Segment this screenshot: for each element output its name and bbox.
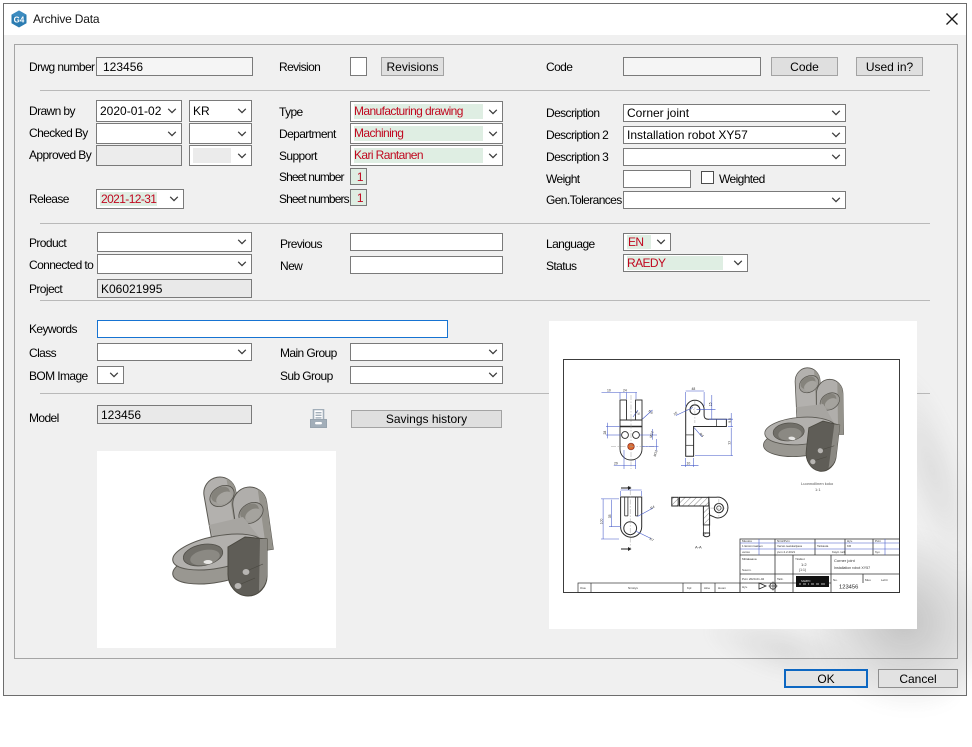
svg-text:Hyv.: Hyv. <box>847 539 853 543</box>
svg-text:Yksikot: Yksikot <box>795 557 805 561</box>
svg-text:10: 10 <box>687 461 691 465</box>
svg-text:Muutos: Muutos <box>742 539 752 543</box>
svg-text:Tark.: Tark. <box>777 577 784 581</box>
svg-text:versio: versio <box>742 550 750 554</box>
svg-text:(1:1): (1:1) <box>799 568 806 572</box>
svg-text:15: 15 <box>708 402 712 406</box>
svg-text:Hyv.: Hyv. <box>742 585 748 589</box>
svg-text:Osa: Osa <box>580 586 586 590</box>
svg-text:1:2: 1:2 <box>801 562 807 567</box>
svg-text:Versio teekkarijaos: Versio teekkarijaos <box>777 544 803 548</box>
svg-text:Tarkasta: Tarkasta <box>817 544 829 548</box>
svg-text:123456: 123456 <box>839 585 858 591</box>
svg-text:77: 77 <box>728 441 732 445</box>
svg-text:Muu: Muu <box>865 578 871 582</box>
svg-text:SAMPO: SAMPO <box>801 579 810 583</box>
svg-text:Corner joint: Corner joint <box>834 558 856 563</box>
svg-text:1 Ensimmainen: 1 Ensimmainen <box>742 544 763 548</box>
svg-text:Suunn.: Suunn. <box>742 568 752 572</box>
svg-text:9.5: 9.5 <box>728 418 732 423</box>
svg-text:Nimitys: Nimitys <box>628 586 638 590</box>
svg-text:Pvm 2020-01-02: Pvm 2020-01-02 <box>742 577 765 581</box>
svg-text:100: 100 <box>599 518 603 524</box>
svg-text:G4: G4 <box>14 16 25 25</box>
svg-text:hyv.: hyv. <box>875 550 880 554</box>
svg-text:1:1: 1:1 <box>815 487 821 492</box>
svg-text:28: 28 <box>603 431 607 435</box>
svg-text:Lehti: Lehti <box>881 578 888 582</box>
svg-text:35: 35 <box>608 514 612 518</box>
svg-text:Luonnollinen koko: Luonnollinen koko <box>801 481 834 486</box>
svg-text:pvm 2.2.2021: pvm 2.2.2021 <box>777 550 796 554</box>
svg-text:Huom: Huom <box>718 586 727 590</box>
svg-text:Pvm: Pvm <box>875 539 882 543</box>
svg-text:Nimi/Pvm: Nimi/Pvm <box>777 539 790 543</box>
svg-text:A-A: A-A <box>695 545 702 550</box>
svg-text:Installation robot XY57: Installation robot XY57 <box>834 566 870 570</box>
svg-text:24: 24 <box>623 389 627 393</box>
svg-text:Kaytt. tark: Kaytt. tark <box>832 550 846 554</box>
svg-text:10: 10 <box>607 389 611 393</box>
svg-text:Aine: Aine <box>704 586 710 590</box>
svg-text:Mittakaava: Mittakaava <box>742 557 757 561</box>
svg-text:No.: No. <box>833 578 838 582</box>
svg-text:48: 48 <box>692 387 696 391</box>
svg-text:29: 29 <box>614 462 618 466</box>
svg-text:Kpl: Kpl <box>687 586 692 590</box>
